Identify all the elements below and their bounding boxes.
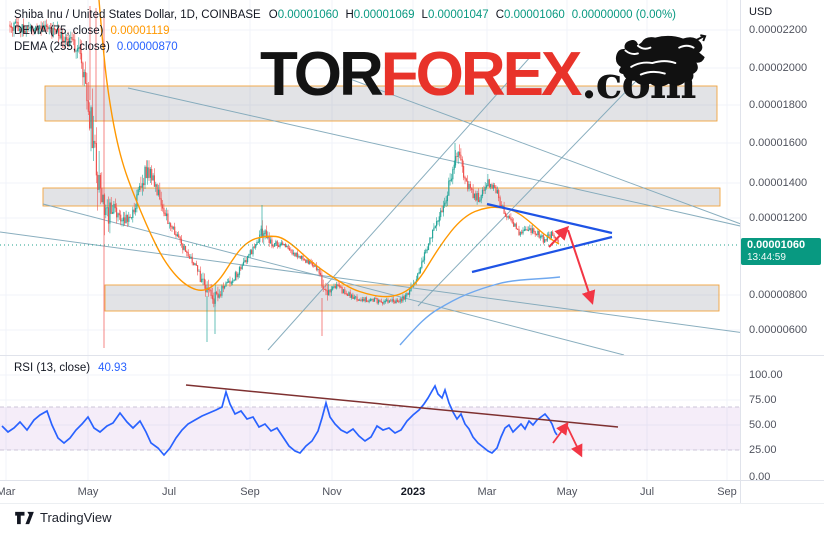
time-label: May	[556, 486, 578, 498]
time-label: Jul	[639, 486, 655, 498]
price-tick-label: 0.00000600	[749, 324, 808, 336]
price-tick-label: 0.00001600	[749, 137, 808, 149]
price-tick-label: 0.00000800	[749, 289, 808, 301]
rsi-value: 40.93	[98, 362, 127, 374]
rsi-tick-label: 25.00	[749, 444, 777, 456]
symbol-ohlc-row[interactable]: Shiba Inu / United States Dollar, 1D, CO…	[14, 7, 676, 23]
dema75-label: DEMA (75, close)	[14, 25, 104, 37]
ohlc-close: C0.00001060	[495, 9, 565, 21]
indicator-row-rsi[interactable]: RSI (13, close) 40.93	[14, 362, 127, 374]
ohlc-open: O0.00001060	[268, 9, 339, 21]
indicator-row-dema255[interactable]: DEMA (255, close) 0.00000870	[14, 39, 676, 55]
dema255-value: 0.00000870	[116, 41, 178, 53]
dema255-label: DEMA (255, close)	[14, 41, 110, 53]
rsi-tick-label: 100.00	[749, 369, 783, 381]
last-price-value: 0.00001060	[747, 239, 806, 251]
price-axis-unit: USD	[749, 6, 773, 18]
price-tick-label: 0.00001400	[749, 177, 808, 189]
rsi-tick-label: 0.00	[749, 471, 771, 483]
last-price-badge[interactable]: 0.00001060 13:44:59	[741, 238, 821, 265]
tradingview-logo-icon	[15, 511, 34, 524]
price-tick-label: 0.00001200	[749, 212, 808, 224]
time-label: Mar	[477, 486, 497, 498]
rsi-tick-label: 50.00	[749, 419, 777, 431]
price-tick-label: 0.00001800	[749, 99, 808, 111]
time-label: 2023	[400, 486, 426, 498]
time-axis-divider	[0, 480, 824, 481]
ohlc-high: H0.00001069	[345, 9, 415, 21]
time-label: Sep	[240, 486, 260, 498]
dema75-value: 0.00001119	[110, 25, 170, 37]
indicator-row-dema75[interactable]: DEMA (75, close) 0.00001119	[14, 23, 676, 39]
pane-divider[interactable]	[0, 355, 824, 356]
chart-window: TORFOREX.com Shiba Inu / United States D…	[0, 0, 824, 536]
time-label: Nov	[322, 486, 342, 498]
legend-panel: Shiba Inu / United States Dollar, 1D, CO…	[14, 7, 676, 55]
tradingview-logo-text: TradingView	[40, 510, 112, 525]
bar-countdown: 13:44:59	[747, 252, 786, 263]
time-label: Jul	[161, 486, 177, 498]
rsi-label: RSI (13, close)	[14, 362, 91, 374]
change-value: 0.00000000 (0.00%)	[571, 9, 676, 21]
time-label: Sep	[717, 486, 737, 498]
price-tick-label: 0.00002200	[749, 24, 808, 36]
tradingview-attribution[interactable]: TradingView	[14, 510, 112, 525]
footer-divider	[0, 503, 824, 504]
rsi-tick-label: 75.00	[749, 394, 777, 406]
ohlc-low: L0.00001047	[421, 9, 489, 21]
price-tick-label: 0.00002000	[749, 62, 808, 74]
time-label: Mar	[0, 486, 16, 498]
symbol-title: Shiba Inu / United States Dollar, 1D, CO…	[14, 9, 261, 21]
time-label: May	[77, 486, 99, 498]
